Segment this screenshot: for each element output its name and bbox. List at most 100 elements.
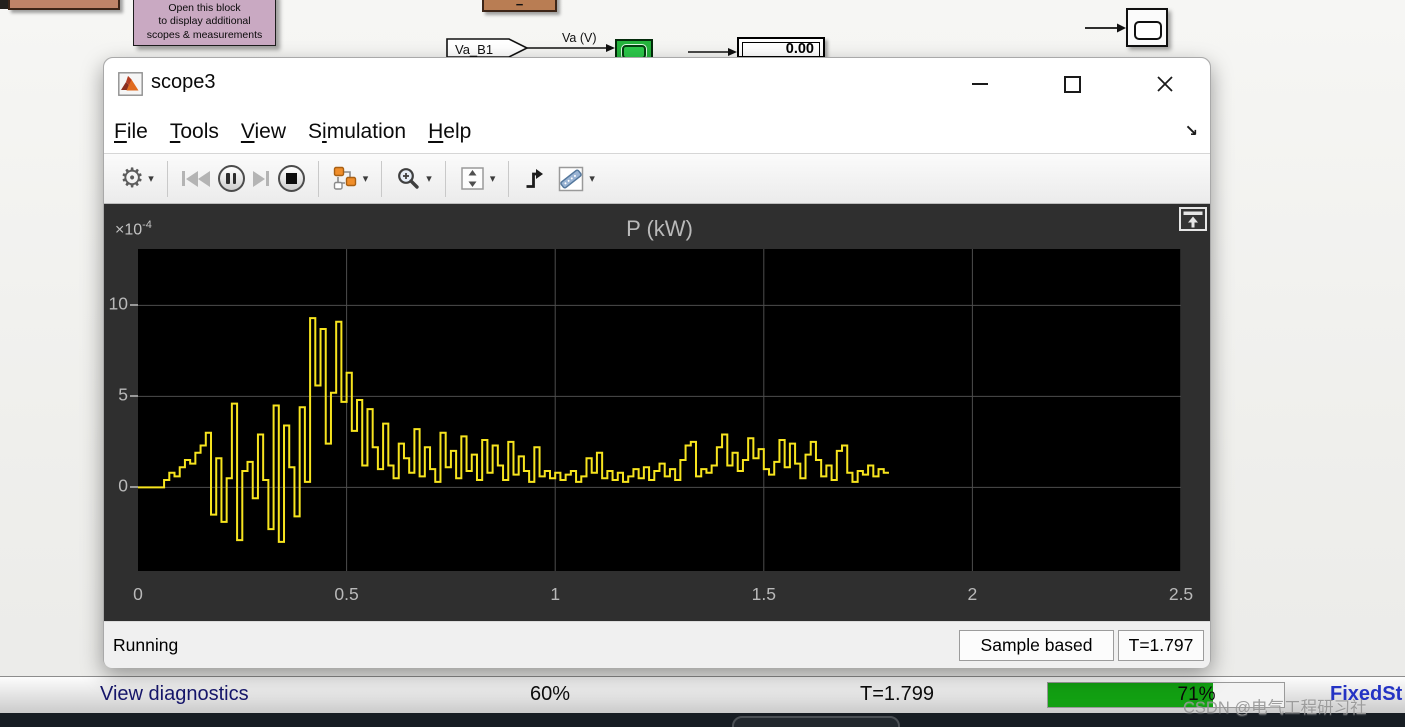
- fit-to-view-icon: [461, 167, 484, 190]
- dock-icon[interactable]: ↘: [1185, 121, 1198, 141]
- toolbar-separator: [166, 160, 168, 197]
- wire-scope-tr-arrowhead: [1117, 23, 1126, 33]
- panel-expand-icon: [1179, 207, 1207, 231]
- plot-region: ×10-4 P (kW) 0 0.5 1 1.5 2 2.5 0 5 10: [104, 204, 1210, 621]
- menu-bar: File Tools View Simulation Help: [104, 111, 1210, 153]
- chevron-down-icon: ▾: [589, 173, 595, 185]
- sample-mode-box: Sample based: [959, 630, 1114, 661]
- model-block-brown-left[interactable]: [8, 0, 120, 10]
- matlab-icon: [118, 72, 143, 96]
- zoom-level: 60%: [529, 683, 571, 705]
- gear-icon: ⚙: [120, 163, 145, 193]
- y-tick-mark: [130, 486, 138, 489]
- y-tick-label: 5: [118, 384, 128, 405]
- y-tick-label: 0: [118, 475, 128, 496]
- x-tick-label: 0: [133, 584, 143, 604]
- watermark-text: CSDN @电气工程研习社: [1183, 699, 1367, 717]
- y-tick-label: 10: [108, 293, 128, 314]
- settings-button[interactable]: ⚙: [118, 159, 146, 199]
- step-forward-icon: [252, 170, 265, 187]
- settings-dropdown[interactable]: ▾: [146, 159, 156, 199]
- minimize-icon: [972, 83, 988, 85]
- stop-button[interactable]: [276, 159, 307, 199]
- menu-tools[interactable]: Tools: [170, 120, 219, 144]
- wire-va-arrowhead: [606, 44, 615, 52]
- x-axis-ticks: 0 0.5 1 1.5 2 2.5: [133, 584, 1193, 606]
- chevron-down-icon: ▾: [148, 173, 154, 185]
- run-status-text: Running: [113, 635, 179, 655]
- close-button[interactable]: [1145, 68, 1185, 100]
- ruler-icon: [559, 166, 584, 191]
- show-toolbar-button[interactable]: [1179, 207, 1207, 231]
- title-bar[interactable]: scope3: [104, 58, 1210, 111]
- hint-annotation-block[interactable]: Open this block to display additional sc…: [133, 0, 276, 46]
- measurements-dropdown[interactable]: ▾: [587, 159, 597, 199]
- stop-icon: [277, 165, 305, 192]
- chevron-down-icon: ▾: [489, 173, 496, 185]
- fit-to-view-dropdown[interactable]: ▾: [488, 159, 498, 199]
- y-tick-mark: [130, 395, 138, 398]
- model-display-block[interactable]: 0.00: [737, 37, 825, 58]
- x-tick-label: 2: [967, 584, 978, 604]
- maximize-icon: [1063, 75, 1081, 93]
- hint-line-2: to display additional: [158, 15, 251, 28]
- x-tick-label: 2.5: [1168, 584, 1194, 604]
- step-forward-button[interactable]: [251, 159, 272, 199]
- hint-line-1: Open this block: [168, 1, 241, 14]
- zoom-button[interactable]: [393, 159, 424, 199]
- wire-display-arrowhead: [728, 48, 737, 56]
- step-back-button[interactable]: [179, 159, 212, 199]
- view-diagnostics-link[interactable]: View diagnostics: [100, 683, 249, 706]
- scope-toolbar: ⚙ ▾ ▾ ▾ ▾ ▾: [104, 153, 1210, 204]
- goto-tag-shape[interactable]: [446, 38, 529, 58]
- simulation-time: T=1.799: [860, 683, 934, 705]
- plot-title: P (kW): [626, 216, 693, 241]
- toolbar-separator: [381, 160, 383, 197]
- scope-block-icon: [1134, 21, 1162, 40]
- axes-area[interactable]: [138, 249, 1182, 571]
- scope-window: scope3 File Tools View Simulation Help ↘ ⚙ ▾: [103, 57, 1211, 668]
- y-axis-ticks: 0 5 10: [104, 249, 138, 571]
- menu-file[interactable]: File: [114, 120, 148, 144]
- menu-simulation[interactable]: Simulation: [308, 120, 406, 144]
- minus-port-label: −: [515, 0, 524, 12]
- trace-svg: [138, 249, 1182, 571]
- y-tick-mark: [130, 304, 138, 307]
- toolbar-separator: [444, 160, 446, 197]
- signal-selector-button[interactable]: [330, 159, 361, 199]
- toolbar-separator: [508, 160, 510, 197]
- x-tick-label: 1: [550, 584, 561, 604]
- signal-selector-dropdown[interactable]: ▾: [361, 159, 371, 199]
- step-back-icon: [181, 171, 185, 186]
- trigger-button[interactable]: [520, 159, 551, 199]
- signal-selector-icon: [333, 166, 356, 190]
- minimize-button[interactable]: [960, 68, 1000, 100]
- close-icon: [1157, 76, 1173, 92]
- model-scope-block[interactable]: [1126, 8, 1168, 47]
- simulink-screen: Open this block to display additional sc…: [0, 0, 1405, 727]
- display-value: 0.00: [785, 41, 814, 57]
- pause-button[interactable]: [216, 159, 247, 199]
- chevron-down-icon: ▾: [426, 173, 432, 185]
- trigger-icon: [526, 169, 544, 188]
- scope-status-bar: Running Sample based T=1.797: [104, 621, 1210, 668]
- wire-signal-label: Va (V): [562, 31, 597, 45]
- hint-line-3: scopes & measurements: [146, 28, 263, 41]
- toolbar-separator: [317, 160, 319, 197]
- zoom-dropdown[interactable]: ▾: [424, 159, 434, 199]
- fit-to-view-button[interactable]: [457, 159, 488, 199]
- x-tick-label: 0.5: [334, 584, 359, 604]
- menu-view[interactable]: View: [241, 120, 286, 144]
- measurements-button[interactable]: [555, 159, 587, 199]
- menu-help[interactable]: Help: [428, 120, 471, 144]
- window-title: scope3: [151, 71, 216, 93]
- model-block-brown-center[interactable]: −: [482, 0, 557, 12]
- maximize-button[interactable]: [1052, 68, 1092, 100]
- zoom-in-icon: [398, 168, 419, 189]
- pause-icon: [217, 165, 245, 192]
- goto-tag-label: Va_B1: [455, 42, 493, 57]
- scope-time-box: T=1.797: [1118, 630, 1204, 661]
- chevron-down-icon: ▾: [362, 173, 369, 185]
- x-tick-label: 1.5: [751, 584, 776, 604]
- partial-block-outline: [732, 716, 900, 727]
